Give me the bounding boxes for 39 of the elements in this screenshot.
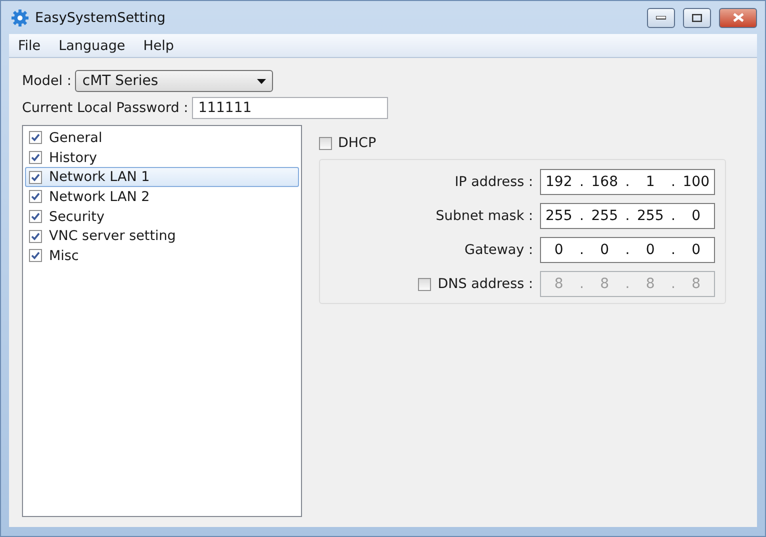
- address-label: IP address :: [454, 174, 533, 190]
- ip-address-field[interactable]: 255 . 255 . 255 . 0: [540, 203, 715, 229]
- window-title: EasySystemSetting: [35, 10, 167, 26]
- settings-list-item[interactable]: Misc: [25, 246, 299, 266]
- password-label: Current Local Password :: [22, 100, 188, 116]
- close-button[interactable]: [719, 8, 757, 28]
- maximize-icon: [692, 14, 702, 22]
- settings-list-item[interactable]: General: [25, 128, 299, 148]
- dhcp-label: DHCP: [338, 135, 376, 151]
- menu-item[interactable]: Language: [50, 38, 134, 54]
- password-field[interactable]: 111111: [192, 97, 388, 119]
- address-label: Gateway :: [464, 242, 533, 258]
- address-label: DNS address :: [438, 276, 533, 292]
- model-label: Model :: [22, 73, 72, 89]
- ip-address-field[interactable]: 0 . 0 . 0 . 0: [540, 237, 715, 263]
- checkbox[interactable]: [29, 151, 42, 164]
- checkbox[interactable]: [29, 249, 42, 262]
- settings-list-item[interactable]: Network LAN 2: [25, 187, 299, 207]
- settings-list-item[interactable]: Network LAN 1: [25, 167, 299, 188]
- ip-address-field[interactable]: 192 . 168 . 1 . 100: [540, 169, 715, 195]
- menu-item[interactable]: Help: [134, 38, 183, 54]
- settings-list-item[interactable]: Security: [25, 206, 299, 226]
- checkbox[interactable]: [29, 170, 42, 184]
- minimize-button[interactable]: [647, 8, 675, 28]
- caret-icon: [257, 78, 266, 84]
- checkbox[interactable]: [319, 136, 332, 150]
- address-label: Subnet mask :: [436, 208, 533, 224]
- model-dropdown[interactable]: cMT Series: [75, 70, 274, 92]
- checkbox[interactable]: [29, 131, 42, 144]
- settings-list-item[interactable]: VNC server setting: [25, 226, 299, 246]
- maximize-button[interactable]: [683, 8, 711, 28]
- settings-list-item[interactable]: History: [25, 148, 299, 168]
- menu-item[interactable]: File: [9, 38, 50, 54]
- checkbox[interactable]: [29, 190, 42, 204]
- close-icon: [732, 13, 744, 22]
- minimize-icon: [656, 16, 666, 20]
- checkbox[interactable]: [29, 210, 42, 224]
- gear-icon: [11, 8, 29, 26]
- checkbox[interactable]: [29, 230, 42, 243]
